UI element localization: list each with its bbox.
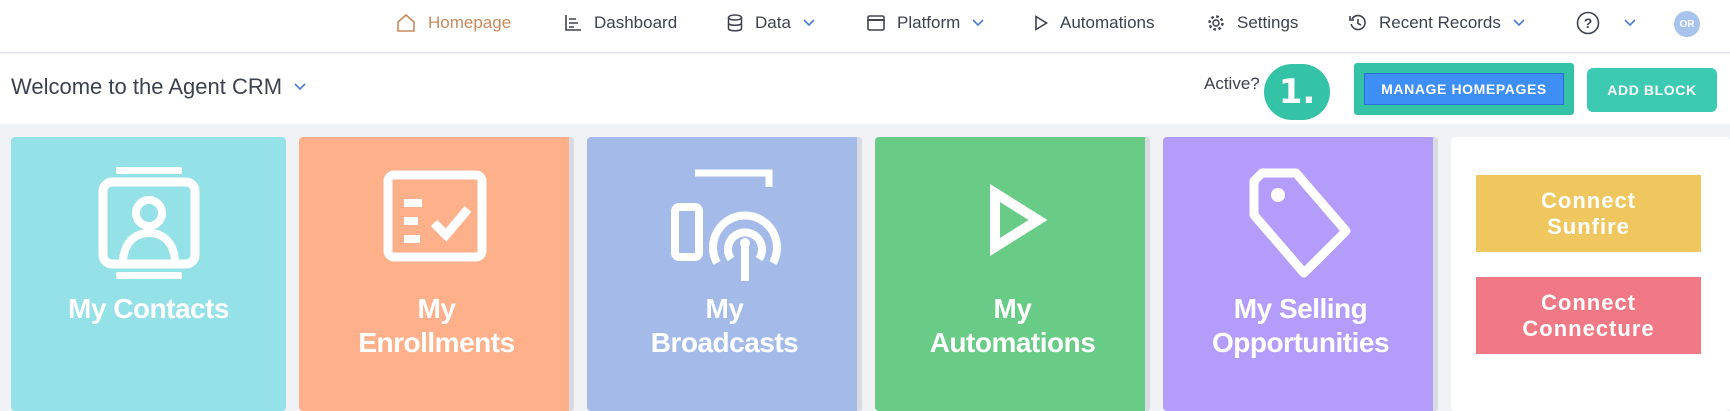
- home-icon: [397, 13, 415, 32]
- tile-my-selling-opportunities[interactable]: My Selling Opportunities: [1163, 137, 1438, 411]
- nav-automations-label: Automations: [1060, 12, 1155, 32]
- chevron-down-icon: [1513, 18, 1525, 26]
- nav-automations[interactable]: Automations: [1034, 0, 1155, 45]
- tile-my-enrollments[interactable]: My Enrollments: [299, 137, 574, 411]
- page-header: Welcome to the Agent CRM Active? 1. MANA…: [0, 54, 1730, 124]
- active-label: Active?: [1204, 74, 1260, 93]
- nav-settings[interactable]: Settings: [1207, 0, 1298, 45]
- tile-my-contacts[interactable]: My Contacts: [11, 137, 286, 411]
- nav-dashboard-label: Dashboard: [594, 12, 678, 32]
- nav-platform[interactable]: Platform: [867, 0, 984, 45]
- checklist-icon: [299, 165, 574, 285]
- scroll-indicator: [569, 137, 574, 411]
- tile-label: My: [705, 293, 744, 324]
- scroll-indicator: [857, 137, 862, 411]
- highlight-frame: MANAGE HOMEPAGES: [1354, 63, 1574, 115]
- database-icon: [727, 13, 743, 31]
- chevron-down-icon: [294, 83, 306, 91]
- tile-label: Enrollments: [358, 327, 515, 358]
- connect-sunfire-line2: Sunfire: [1547, 213, 1630, 239]
- tile-label: My: [417, 293, 456, 324]
- nav-platform-label: Platform: [897, 12, 961, 32]
- step-badge: 1.: [1264, 64, 1330, 120]
- window-icon: [867, 14, 885, 31]
- gear-icon: [1208, 14, 1224, 31]
- connect-connecture-line1: Connect: [1541, 289, 1636, 315]
- nav-data[interactable]: Data: [727, 0, 815, 45]
- tile-label: Automations: [929, 327, 1096, 358]
- homepage-selector[interactable]: Welcome to the Agent CRM: [11, 74, 306, 100]
- dashboard-icon: [565, 14, 581, 31]
- chevron-down-icon: [1624, 18, 1636, 26]
- tile-my-broadcasts[interactable]: My Broadcasts: [587, 137, 862, 411]
- user-avatar[interactable]: OR: [1674, 11, 1700, 37]
- nav-homepage-label: Homepage: [428, 12, 512, 32]
- contact-card-icon: [11, 165, 286, 285]
- nav-recent-records[interactable]: Recent Records: [1349, 0, 1525, 45]
- manage-homepages-button[interactable]: MANAGE HOMEPAGES: [1364, 73, 1564, 105]
- play-icon: [875, 165, 1150, 285]
- scroll-indicator: [1433, 137, 1438, 411]
- play-icon: [1035, 14, 1048, 31]
- nav-recent-records-label: Recent Records: [1379, 12, 1501, 32]
- svg-text:?: ?: [1584, 15, 1593, 31]
- tile-my-automations[interactable]: My Automations: [875, 137, 1150, 411]
- nav-homepage[interactable]: Homepage: [396, 0, 511, 45]
- tile-label: My Selling: [1233, 293, 1368, 324]
- tag-icon: [1163, 165, 1438, 285]
- help-menu[interactable]: ?: [1576, 0, 1636, 45]
- tile-label: Opportunities: [1211, 327, 1390, 358]
- add-block-button[interactable]: ADD BLOCK: [1587, 68, 1717, 112]
- chevron-down-icon: [803, 18, 815, 26]
- nav-settings-label: Settings: [1237, 12, 1299, 32]
- tile-label: Broadcasts: [650, 327, 799, 358]
- history-icon: [1349, 14, 1366, 30]
- help-icon: ?: [1576, 11, 1600, 34]
- connect-connecture-button[interactable]: Connect Connecture: [1476, 277, 1701, 354]
- connect-sunfire-line1: Connect: [1541, 187, 1636, 213]
- tile-label: My Contacts: [68, 293, 229, 324]
- connect-connecture-line2: Connecture: [1522, 315, 1655, 341]
- scroll-indicator: [1145, 137, 1150, 411]
- nav-data-label: Data: [755, 12, 791, 32]
- chevron-down-icon: [972, 18, 984, 26]
- connect-panel: Connect Sunfire Connect Connecture: [1451, 137, 1730, 411]
- top-navigation: Homepage Dashboard Data Platform Automat…: [0, 0, 1730, 53]
- broadcast-icon: [587, 165, 862, 285]
- nav-dashboard[interactable]: Dashboard: [564, 0, 677, 45]
- page-title: Welcome to the Agent CRM: [11, 74, 283, 99]
- tile-label: My: [993, 293, 1032, 324]
- connect-sunfire-button[interactable]: Connect Sunfire: [1476, 175, 1701, 252]
